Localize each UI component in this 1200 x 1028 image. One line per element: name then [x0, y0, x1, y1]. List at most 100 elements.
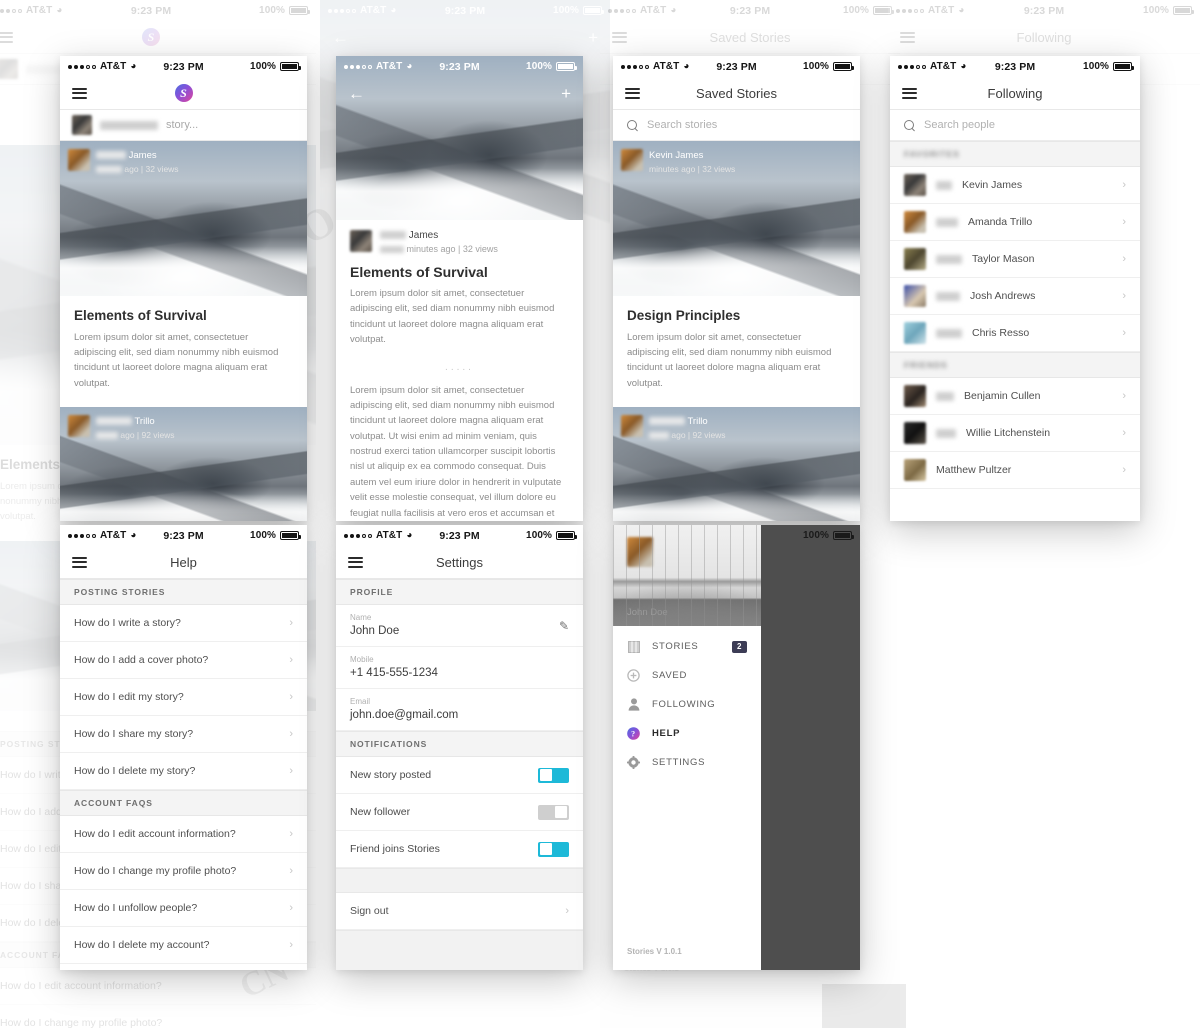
- help-item[interactable]: How do I edit account information? ›: [60, 816, 307, 853]
- hamburger-icon[interactable]: [72, 87, 87, 99]
- statusbar: AT&T ◕ 9:23 PM 100%: [60, 56, 307, 77]
- clock-label: 9:23 PM: [716, 60, 757, 73]
- help-item[interactable]: How do I add a cover photo? ›: [60, 642, 307, 679]
- drawer-item-settings[interactable]: SETTINGS: [613, 748, 761, 777]
- story-byline: Trillo ago | 92 views: [621, 414, 852, 440]
- person-row[interactable]: Benjamin Cullen ›: [890, 378, 1140, 415]
- mobile-field[interactable]: Mobile +1 415-555-1234: [336, 647, 583, 689]
- page-title: Help: [170, 554, 197, 570]
- person-row[interactable]: Taylor Mason ›: [890, 241, 1140, 278]
- story-card[interactable]: Trillo ago | 92 views: [60, 406, 307, 521]
- avatar: [904, 211, 926, 233]
- help-item[interactable]: How do I unfollow people? ›: [60, 890, 307, 927]
- friend-joins-toggle[interactable]: [538, 841, 569, 857]
- help-item[interactable]: How do I edit my story? ›: [60, 679, 307, 716]
- drawer-item-help[interactable]: ? HELP: [613, 719, 761, 748]
- new-story-toggle[interactable]: [538, 767, 569, 783]
- help-icon: ?: [627, 727, 640, 740]
- article-paragraph: Lorem ipsum dolor sit amet, consectetuer…: [350, 384, 562, 519]
- wifi-icon: ◕: [130, 529, 137, 541]
- person-row[interactable]: Matthew Pultzer ›: [890, 452, 1140, 489]
- ghost-time: 9:23 PM: [130, 4, 172, 17]
- hamburger-icon[interactable]: [72, 556, 87, 568]
- drawer-scrim[interactable]: 100%: [761, 525, 860, 970]
- story-author: James: [96, 150, 179, 161]
- chevron-right-icon: ›: [1122, 327, 1126, 339]
- new-follower-toggle[interactable]: [538, 804, 569, 820]
- drawer-item-label: SETTINGS: [652, 757, 706, 768]
- help-screen: AT&T ◕ 9:23 PM 100% Help POSTING STORIES …: [60, 525, 307, 970]
- drawer-item-saved[interactable]: SAVED: [613, 661, 761, 690]
- composer-row[interactable]: story...: [60, 110, 307, 141]
- battery-percent: 100%: [526, 530, 553, 541]
- story-meta: ago | 32 views: [96, 164, 179, 174]
- search-stories-input[interactable]: Search stories: [613, 110, 860, 141]
- toggle-row-new-story[interactable]: New story posted: [336, 757, 583, 794]
- carrier-label: AT&T: [653, 61, 680, 72]
- back-arrow-icon[interactable]: ←: [348, 85, 365, 102]
- name-field[interactable]: Name John Doe ✎: [336, 605, 583, 647]
- story-title: Design Principles: [627, 308, 741, 323]
- pencil-icon[interactable]: ✎: [559, 619, 569, 633]
- signal-dots-icon: [344, 533, 372, 538]
- help-item[interactable]: How do I delete my story? ›: [60, 753, 307, 790]
- search-icon: [627, 119, 638, 131]
- help-item[interactable]: How do I write a story? ›: [60, 605, 307, 642]
- feed-navbar: S: [60, 77, 307, 110]
- chevron-right-icon: ›: [565, 905, 569, 917]
- ghost-row: How do I change my profile photo?: [0, 1004, 316, 1028]
- person-row[interactable]: Amanda Trillo ›: [890, 204, 1140, 241]
- sign-out-row[interactable]: Sign out ›: [336, 893, 583, 930]
- help-item-label: How do I delete my account?: [74, 939, 210, 951]
- person-name: Matthew Pultzer: [936, 464, 1012, 476]
- help-item[interactable]: How do I change my profile photo? ›: [60, 853, 307, 890]
- signal-dots-icon: [898, 64, 926, 69]
- story-card[interactable]: Kevin James minutes ago | 32 views Desig…: [613, 141, 860, 407]
- person-name: Kevin James: [962, 179, 1023, 191]
- story-card[interactable]: James ago | 32 views Elements of Surviva…: [60, 141, 307, 407]
- help-item[interactable]: How do I delete my account? ›: [60, 927, 307, 964]
- email-field[interactable]: Email john.doe@gmail.com: [336, 689, 583, 731]
- ghost-carrier: AT&T: [26, 5, 53, 16]
- person-row[interactable]: Kevin James ›: [890, 167, 1140, 204]
- drawer-item-stories[interactable]: STORIES 2: [613, 632, 761, 661]
- toggle-row-friend-joins[interactable]: Friend joins Stories: [336, 831, 583, 868]
- spacer: [336, 930, 583, 970]
- person-row[interactable]: Chris Resso ›: [890, 315, 1140, 352]
- story-meta: ago | 92 views: [96, 430, 175, 440]
- hamburger-icon[interactable]: [625, 87, 640, 99]
- chevron-right-icon: ›: [1122, 464, 1126, 476]
- carrier-label: AT&T: [100, 61, 127, 72]
- hamburger-icon: [612, 31, 627, 43]
- battery-percent: 100%: [803, 61, 830, 72]
- article-navbar: ← +: [336, 77, 583, 110]
- story-byline: James ago | 32 views: [68, 149, 299, 174]
- chevron-right-icon: ›: [1122, 427, 1126, 439]
- app-version-label: Stories V 1.0.1: [627, 947, 682, 956]
- toggle-row-new-follower[interactable]: New follower: [336, 794, 583, 831]
- person-row[interactable]: Willie Litchenstein ›: [890, 415, 1140, 452]
- toggle-label: Friend joins Stories: [350, 843, 440, 855]
- signal-dots-icon: [621, 64, 649, 69]
- sign-out-label: Sign out: [350, 905, 389, 917]
- drawer-item-following[interactable]: FOLLOWING: [613, 690, 761, 719]
- battery-icon: [280, 531, 302, 540]
- chevron-right-icon: ›: [289, 654, 293, 666]
- help-item[interactable]: How do I share my story? ›: [60, 716, 307, 753]
- battery-icon: [833, 62, 855, 71]
- hamburger-icon[interactable]: [348, 556, 363, 568]
- hamburger-icon[interactable]: [902, 87, 917, 99]
- battery-icon: [556, 62, 578, 71]
- clock-label: 9:23 PM: [439, 529, 480, 542]
- search-people-input[interactable]: Search people: [890, 110, 1140, 141]
- wifi-icon: ◕: [406, 529, 413, 541]
- story-card[interactable]: Trillo ago | 92 views: [613, 406, 860, 521]
- plus-icon[interactable]: +: [561, 85, 571, 102]
- section-header-posting-stories: POSTING STORIES: [60, 579, 307, 605]
- signal-dots-icon: [68, 533, 96, 538]
- wifi-icon: ◕: [406, 60, 413, 72]
- person-row[interactable]: Josh Andrews ›: [890, 278, 1140, 315]
- app-logo-icon: S: [174, 84, 193, 102]
- avatar: [0, 59, 18, 79]
- story-title: Elements of Survival: [74, 308, 207, 323]
